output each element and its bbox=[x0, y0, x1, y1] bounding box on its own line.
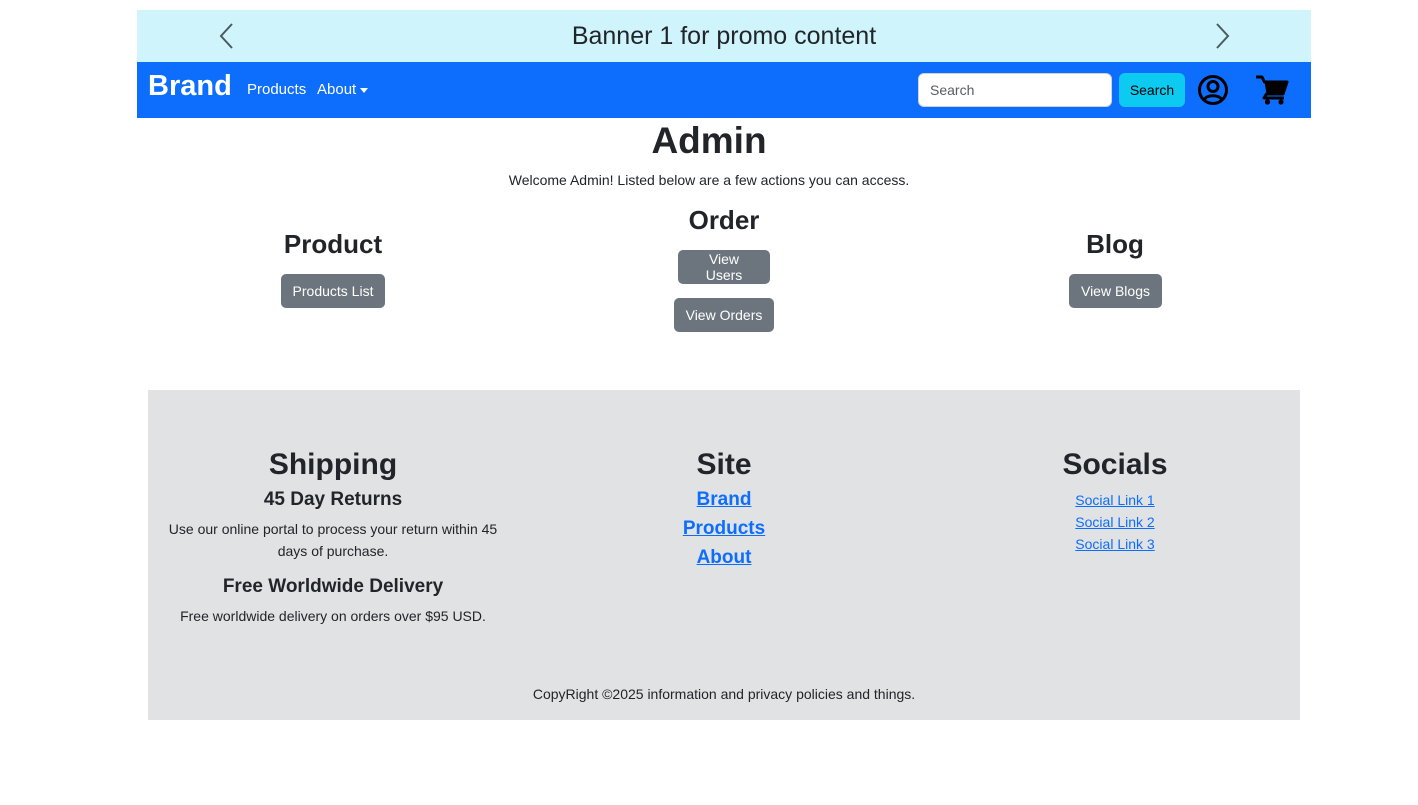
view-users-button[interactable]: View Users bbox=[678, 250, 770, 284]
social-link-1[interactable]: Social Link 1 bbox=[935, 492, 1295, 508]
caret-down-icon bbox=[360, 88, 369, 93]
section-heading-order: Order bbox=[688, 205, 760, 235]
nav-link-about-label: About bbox=[317, 81, 357, 98]
nav-dropdown-about[interactable]: About bbox=[317, 81, 369, 98]
navbar: Brand Products About Search bbox=[137, 62, 1311, 118]
footer-link-brand[interactable]: Brand bbox=[544, 489, 904, 511]
chevron-left-icon[interactable] bbox=[213, 22, 241, 50]
delivery-text: Free worldwide delivery on orders over $… bbox=[180, 608, 486, 624]
section-heading-blog: Blog bbox=[1086, 229, 1144, 259]
returns-title: 45 Day Returns bbox=[263, 489, 403, 510]
products-list-button[interactable]: Products List bbox=[281, 274, 385, 308]
welcome-text: Welcome Admin! Listed below are a few ac… bbox=[508, 172, 910, 188]
page-title: Admin bbox=[651, 120, 767, 161]
search-button[interactable]: Search bbox=[1119, 73, 1185, 107]
footer-heading-socials: Socials bbox=[1062, 448, 1168, 481]
view-blogs-button[interactable]: View Blogs bbox=[1069, 274, 1162, 308]
section-heading-product: Product bbox=[283, 229, 383, 259]
user-circle-icon[interactable] bbox=[1197, 74, 1229, 106]
chevron-right-icon[interactable] bbox=[1208, 22, 1236, 50]
shopping-cart-icon[interactable] bbox=[1255, 74, 1289, 106]
footer-link-about[interactable]: About bbox=[544, 547, 904, 569]
footer: Shipping 45 Day Returns Use our online p… bbox=[148, 390, 1300, 720]
copyright-text: CopyRight ©2025 information and privacy … bbox=[532, 686, 916, 702]
social-link-3[interactable]: Social Link 3 bbox=[935, 536, 1295, 552]
promo-banner: Banner 1 for promo content bbox=[137, 10, 1311, 62]
brand-logo[interactable]: Brand bbox=[148, 70, 232, 103]
delivery-title: Free Worldwide Delivery bbox=[222, 576, 444, 597]
search-input[interactable] bbox=[918, 73, 1112, 107]
footer-heading-site: Site bbox=[696, 448, 752, 481]
banner-text: Banner 1 for promo content bbox=[571, 21, 877, 50]
returns-text: Use our online portal to process your re… bbox=[168, 521, 498, 559]
footer-link-products[interactable]: Products bbox=[544, 518, 904, 540]
social-link-2[interactable]: Social Link 2 bbox=[935, 514, 1295, 530]
view-orders-button[interactable]: View Orders bbox=[674, 298, 774, 332]
nav-link-products[interactable]: Products bbox=[247, 81, 306, 98]
footer-heading-shipping: Shipping bbox=[268, 448, 398, 481]
